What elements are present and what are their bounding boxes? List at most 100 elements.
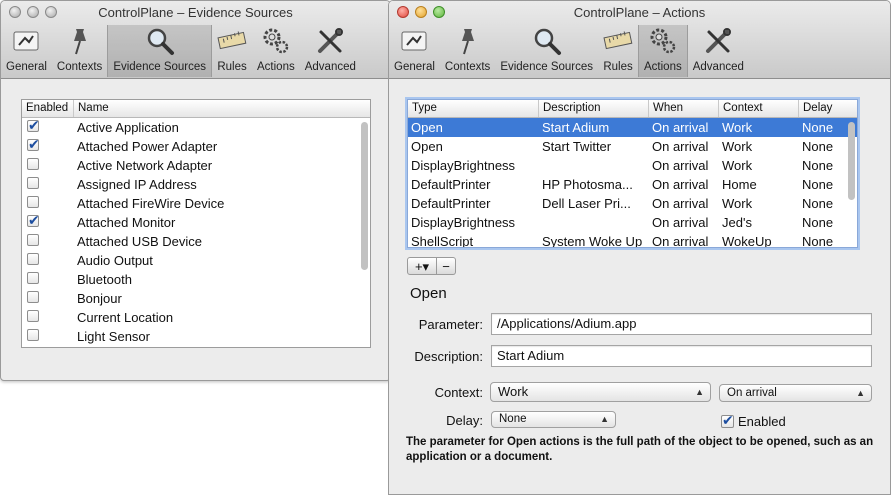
column-header-enabled[interactable]: Enabled [22, 100, 74, 117]
enabled-checkbox[interactable] [27, 136, 40, 153]
evidence-source-row[interactable]: Active Network Adapter [22, 156, 370, 175]
tab-general[interactable]: General [389, 25, 440, 77]
tab-evidence-sources[interactable]: Evidence Sources [107, 25, 213, 77]
action-row[interactable]: Open Start Adium On arrival Work None [408, 118, 857, 137]
column-header-delay[interactable]: Delay [799, 100, 851, 117]
window-toolbar: ControlPlane – Actions General Contexts Ev… [389, 1, 890, 79]
enabled-checkbox[interactable] [721, 412, 734, 429]
enabled-checkbox[interactable] [27, 212, 40, 229]
action-delay-cell: None [802, 196, 834, 211]
zoom-button[interactable] [45, 6, 57, 18]
action-when-cell: On arrival [652, 120, 709, 135]
action-type-cell: ShellScript [411, 234, 474, 248]
action-row[interactable]: ShellScript System Woke Up On arrival WokeU… [408, 232, 857, 248]
remove-action-button[interactable]: − [437, 257, 456, 275]
context-popup[interactable]: Work ▲ [490, 382, 711, 402]
description-field[interactable]: Start Adium [491, 345, 872, 367]
tab-evidence-sources[interactable]: Evidence Sources [495, 25, 598, 77]
evidence-source-name: Bonjour [77, 291, 122, 306]
enabled-checkbox[interactable] [27, 177, 39, 189]
tab-advanced[interactable]: Advanced [300, 25, 361, 77]
enabled-cell [22, 291, 74, 306]
vertical-scrollbar[interactable] [361, 122, 368, 270]
column-header-name[interactable]: Name [74, 100, 370, 117]
action-row[interactable]: DefaultPrinter Dell Laser Pri... On arriva… [408, 194, 857, 213]
tab-advanced[interactable]: Advanced [688, 25, 749, 77]
gears-icon [261, 26, 291, 61]
table-header: Enabled Name [22, 100, 370, 118]
action-row[interactable]: DisplayBrightness On arrival Jed's None [408, 213, 857, 232]
evidence-source-row[interactable]: Attached USB Device [22, 232, 370, 251]
delay-popup[interactable]: None ▲ [491, 411, 616, 428]
action-type-title: Open [410, 285, 447, 302]
enabled-cell [22, 329, 74, 344]
evidence-source-row[interactable]: Bonjour [22, 289, 370, 308]
vertical-scrollbar[interactable] [848, 122, 855, 200]
preference-tabs: General Contexts Evidence Sources Rules Acti… [389, 25, 749, 78]
tab-contexts[interactable]: Contexts [440, 25, 495, 77]
evidence-source-row[interactable]: Audio Output [22, 251, 370, 270]
tab-rules[interactable]: Rules [212, 25, 252, 77]
delay-label: Delay: [446, 413, 483, 428]
action-delay-cell: None [802, 177, 834, 192]
enabled-checkbox[interactable] [27, 329, 39, 341]
evidence-source-row[interactable]: Attached FireWire Device [22, 194, 370, 213]
enabled-checkbox[interactable] [27, 253, 39, 265]
enabled-checkbox[interactable] [27, 158, 39, 170]
evidence-sources-table: Enabled Name Active Application Attached … [21, 99, 371, 348]
enabled-checkbox[interactable] [27, 291, 39, 303]
evidence-source-row[interactable]: Attached Monitor [22, 212, 370, 232]
tab-rules[interactable]: Rules [598, 25, 638, 77]
evidence-source-name: Light Sensor [77, 329, 150, 344]
delay-popup-value: None [499, 413, 527, 425]
action-type-cell: DefaultPrinter [411, 177, 491, 192]
enabled-cell [22, 253, 74, 268]
evidence-source-name: Active Network Adapter [77, 158, 213, 173]
tab-general[interactable]: General [1, 25, 52, 77]
evidence-source-row[interactable]: Attached Power Adapter [22, 136, 370, 156]
enabled-checkbox-row[interactable]: Enabled [721, 412, 786, 429]
column-header-type[interactable]: Type [408, 100, 539, 117]
enabled-cell [22, 158, 74, 173]
enabled-checkbox[interactable] [27, 310, 39, 322]
add-action-button[interactable]: +▾ [407, 257, 437, 275]
evidence-source-row[interactable]: Assigned IP Address [22, 175, 370, 194]
action-row[interactable]: DefaultPrinter HP Photosma... On arrival Ho… [408, 175, 857, 194]
minimize-button[interactable] [27, 6, 39, 18]
close-button[interactable] [397, 6, 409, 18]
enabled-cell [22, 177, 74, 192]
evidence-source-row[interactable]: Current Location [22, 308, 370, 327]
tab-contexts[interactable]: Contexts [52, 25, 107, 77]
column-header-description[interactable]: Description [539, 100, 649, 117]
pushpin-icon [453, 26, 483, 61]
column-header-context[interactable]: Context [719, 100, 799, 117]
action-row[interactable]: Open Start Twitter On arrival Work None [408, 137, 857, 156]
evidence-source-name: Bluetooth [77, 272, 132, 287]
action-delay-cell: None [802, 234, 834, 248]
action-description-cell: System Woke Up [542, 234, 643, 248]
enabled-checkbox[interactable] [27, 117, 40, 134]
parameter-field[interactable]: /Applications/Adium.app [491, 313, 872, 335]
action-row[interactable]: DisplayBrightness On arrival Work None [408, 156, 857, 175]
when-popup[interactable]: On arrival ▲ [719, 384, 872, 402]
minimize-button[interactable] [415, 6, 427, 18]
enabled-checkbox[interactable] [27, 234, 39, 246]
evidence-source-row[interactable]: Bluetooth [22, 270, 370, 289]
pushpin-icon [65, 26, 95, 61]
switch-icon [399, 26, 429, 61]
tab-actions[interactable]: Actions [638, 25, 688, 77]
evidence-source-row[interactable]: Light Sensor [22, 327, 370, 346]
close-button[interactable] [9, 6, 21, 18]
enabled-checkbox[interactable] [27, 272, 39, 284]
evidence-source-row[interactable]: Active Application [22, 117, 370, 137]
column-header-when[interactable]: When [649, 100, 719, 117]
tab-actions[interactable]: Actions [252, 25, 300, 77]
action-description-cell: Dell Laser Pri... [542, 196, 631, 211]
evidence-source-name: Attached USB Device [77, 234, 203, 249]
description-label: Description: [414, 349, 483, 364]
action-context-cell: Work [722, 120, 753, 135]
tab-label: Advanced [304, 61, 356, 73]
enabled-checkbox[interactable] [27, 196, 39, 208]
tab-label: Advanced [692, 61, 744, 73]
zoom-button[interactable] [433, 6, 445, 18]
